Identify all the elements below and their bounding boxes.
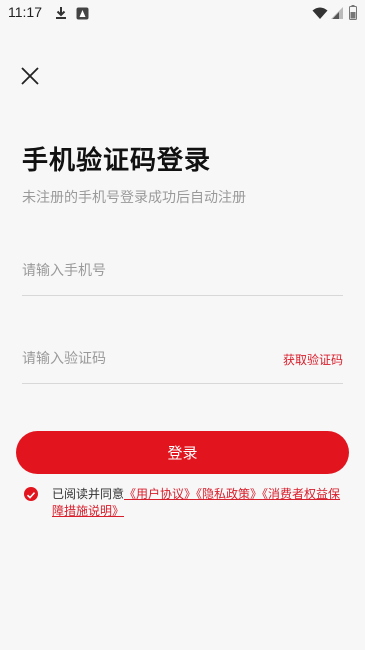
agree-checkbox[interactable] — [24, 487, 38, 501]
get-code-button[interactable]: 获取验证码 — [283, 351, 343, 368]
wifi-icon — [312, 5, 328, 24]
notification-icon — [76, 5, 89, 24]
check-icon — [26, 492, 36, 499]
status-time: 11:17 — [8, 4, 42, 20]
agreement-prefix: 已阅读并同意 — [52, 487, 125, 501]
download-icon — [54, 5, 68, 24]
page-subtitle: 未注册的手机号登录成功后自动注册 — [22, 190, 246, 206]
phone-field — [22, 255, 343, 296]
battery-icon — [349, 5, 357, 24]
user-agreement-link[interactable]: 《用户协议》 — [124, 487, 196, 501]
code-field: 获取验证码 — [22, 343, 343, 384]
code-input[interactable] — [22, 343, 262, 375]
page-title: 手机验证码登录 — [22, 146, 212, 176]
close-button[interactable] — [18, 64, 42, 88]
phone-input[interactable] — [22, 255, 343, 287]
agreement-text: 已阅读并同意《用户协议》《隐私政策》《消费者权益保障措施说明》 — [52, 486, 352, 520]
close-icon — [21, 67, 39, 85]
status-bar: 11:17 — [0, 0, 365, 26]
login-button[interactable]: 登录 — [16, 431, 349, 474]
signal-icon — [331, 5, 344, 24]
privacy-policy-link[interactable]: 《隐私政策》 — [196, 487, 262, 501]
